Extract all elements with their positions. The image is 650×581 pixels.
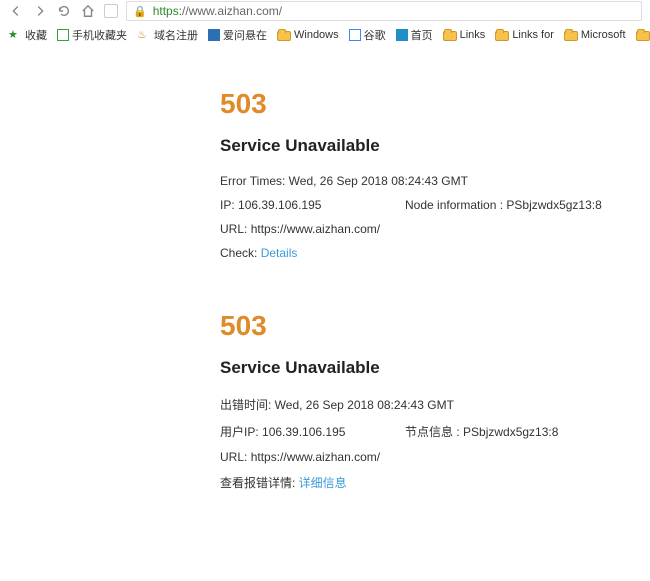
bookmark-label: 首页 (411, 27, 433, 43)
label: Error Times: (220, 174, 289, 188)
label: 用户IP: (220, 425, 262, 439)
value: Wed, 26 Sep 2018 08:24:43 GMT (289, 174, 468, 188)
forward-button[interactable] (32, 3, 48, 19)
value: PSbjzwdx5gz13:8 (463, 425, 558, 439)
error-code: 503 (220, 88, 650, 120)
folder-icon (495, 31, 509, 41)
home-button[interactable] (80, 3, 96, 19)
folder-icon (277, 31, 291, 41)
error-ip-node-row: 用户IP: 106.39.106.195 节点信息 : PSbjzwdx5gz1… (220, 423, 650, 440)
details-link[interactable]: 详细信息 (299, 476, 347, 490)
error-check-row: 查看报错详情: 详细信息 (220, 474, 650, 491)
phone-icon (57, 29, 69, 41)
bookmark-label: Microsoft (581, 29, 626, 41)
fire-icon: ♨ (137, 28, 151, 42)
label: Check: (220, 246, 261, 260)
value: https://www.aizhan.com/ (251, 222, 380, 236)
address-bar[interactable]: 🔒 https://www.aizhan.com/ (126, 1, 642, 21)
details-link[interactable]: Details (261, 246, 298, 260)
bookmark-folder[interactable]: Links (443, 29, 486, 41)
bookmark-label: Windows (294, 29, 339, 41)
bookmark-label: 域名注册 (154, 27, 198, 43)
error-title: Service Unavailable (220, 358, 650, 378)
label: 出错时间: (220, 398, 275, 412)
bookmark-label: Links (460, 29, 486, 41)
label: Node information : (405, 198, 506, 212)
error-time-row: 出错时间: Wed, 26 Sep 2018 08:24:43 GMT (220, 396, 650, 413)
url-text: https://www.aizhan.com/ (153, 4, 282, 18)
error-check-row: Check: Details (220, 246, 650, 260)
bookmark-item[interactable]: ♨域名注册 (137, 27, 198, 43)
browser-toolbar: 🔒 https://www.aizhan.com/ (0, 0, 650, 24)
node-cell: 节点信息 : PSbjzwdx5gz13:8 (405, 423, 558, 440)
label: 查看报错详情: (220, 476, 299, 490)
value: 106.39.106.195 (262, 425, 345, 439)
url-host-path: ://www.aizhan.com/ (179, 4, 282, 18)
error-title: Service Unavailable (220, 136, 650, 156)
label: URL: (220, 450, 251, 464)
site-icon (208, 29, 220, 41)
value: Wed, 26 Sep 2018 08:24:43 GMT (275, 398, 454, 412)
bookmark-item[interactable]: 首页 (396, 27, 433, 43)
bookmark-folder[interactable]: MSN 网 (636, 27, 650, 43)
folder-icon (564, 31, 578, 41)
bookmark-label: 手机收藏夹 (72, 27, 127, 43)
label: 节点信息 : (405, 425, 463, 439)
value: https://www.aizhan.com/ (251, 450, 380, 464)
site-icon (396, 29, 408, 41)
error-block-en: 503 Service Unavailable Error Times: Wed… (220, 88, 650, 260)
site-info-icon[interactable] (104, 4, 118, 18)
bookmark-folder[interactable]: Microsoft (564, 29, 626, 41)
bookmark-label: 爱问悬在 (223, 27, 267, 43)
bookmark-label: 收藏 (25, 27, 47, 43)
ip-cell: 用户IP: 106.39.106.195 (220, 423, 405, 440)
bookmarks-bar: ★收藏 手机收藏夹 ♨域名注册 爱问悬在 Windows 谷歌 首页 Links… (0, 24, 650, 48)
folder-icon (636, 31, 650, 41)
lock-icon: 🔒 (133, 5, 147, 18)
error-block-zh: 503 Service Unavailable 出错时间: Wed, 26 Se… (220, 310, 650, 491)
bookmark-folder[interactable]: Links for (495, 29, 554, 41)
reload-button[interactable] (56, 3, 72, 19)
label: IP: (220, 198, 238, 212)
error-url-row: URL: https://www.aizhan.com/ (220, 450, 650, 464)
value: 106.39.106.195 (238, 198, 321, 212)
bookmark-item[interactable]: 谷歌 (349, 27, 386, 43)
node-cell: Node information : PSbjzwdx5gz13:8 (405, 198, 602, 212)
bookmark-item[interactable]: ★收藏 (8, 27, 47, 43)
back-button[interactable] (8, 3, 24, 19)
error-url-row: URL: https://www.aizhan.com/ (220, 222, 650, 236)
label: URL: (220, 222, 251, 236)
bookmark-label: Links for (512, 29, 554, 41)
star-icon: ★ (8, 28, 22, 42)
google-icon (349, 29, 361, 41)
bookmark-folder[interactable]: Windows (277, 29, 339, 41)
error-code: 503 (220, 310, 650, 342)
folder-icon (443, 31, 457, 41)
error-time-row: Error Times: Wed, 26 Sep 2018 08:24:43 G… (220, 174, 650, 188)
error-ip-node-row: IP: 106.39.106.195 Node information : PS… (220, 198, 650, 212)
bookmark-label: 谷歌 (364, 27, 386, 43)
url-scheme: https (153, 4, 179, 18)
ip-cell: IP: 106.39.106.195 (220, 198, 405, 212)
page-content: 503 Service Unavailable Error Times: Wed… (0, 48, 650, 581)
bookmark-item[interactable]: 爱问悬在 (208, 27, 267, 43)
bookmark-item[interactable]: 手机收藏夹 (57, 27, 127, 43)
value: PSbjzwdx5gz13:8 (506, 198, 601, 212)
